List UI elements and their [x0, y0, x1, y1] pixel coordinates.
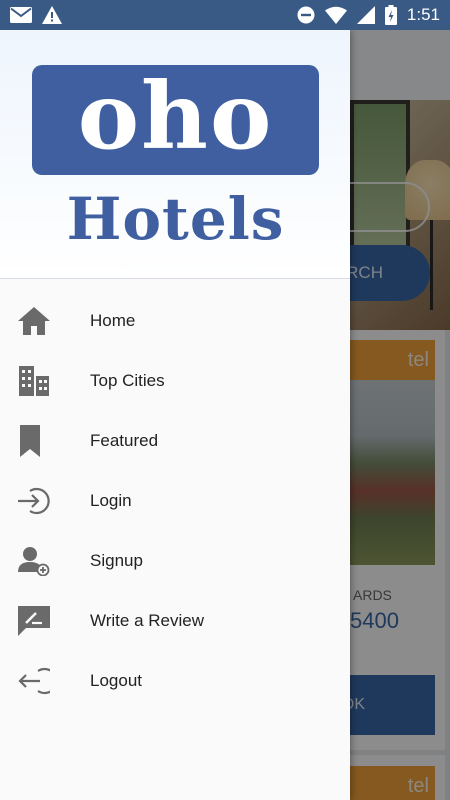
drawer-menu: Home Top Cities Featured Login Signup Wr… — [0, 279, 350, 711]
logo-hotels-text: Hotels — [66, 185, 285, 253]
menu-item-label: Signup — [90, 551, 143, 570]
wifi-icon — [324, 6, 347, 24]
menu-item-label: Write a Review — [90, 611, 204, 630]
status-bar: 1:51 — [0, 0, 450, 30]
menu-item-top-cities[interactable]: Top Cities — [0, 351, 350, 411]
menu-item-label: Featured — [90, 431, 159, 450]
menu-item-signup[interactable]: Signup — [0, 531, 350, 591]
menu-item-label: Logout — [90, 671, 142, 690]
signup-icon — [0, 546, 90, 576]
review-icon — [0, 606, 90, 636]
menu-item-label: Home — [90, 311, 136, 330]
menu-item-featured[interactable]: Featured — [0, 411, 350, 471]
menu-item-login[interactable]: Login — [0, 471, 350, 531]
logo-oho-text: oho — [77, 62, 274, 170]
menu-item-write-review[interactable]: Write a Review — [0, 591, 350, 651]
drawer-header: oho Hotels — [0, 30, 350, 279]
do-not-disturb-icon — [297, 6, 315, 24]
menu-item-label: Login — [90, 491, 132, 510]
status-time: 1:51 — [406, 5, 440, 24]
navigation-drawer: oho Hotels Home Top Cities Featured Logi… — [0, 30, 350, 800]
menu-item-logout[interactable]: Logout — [0, 651, 350, 711]
login-icon — [0, 487, 90, 515]
home-icon — [0, 307, 90, 335]
mail-icon — [10, 7, 32, 23]
menu-item-home[interactable]: Home — [0, 291, 350, 351]
menu-item-label: Top Cities — [90, 371, 165, 390]
warning-icon — [42, 6, 62, 24]
battery-charging-icon — [384, 5, 397, 25]
signal-icon — [356, 6, 375, 24]
oho-logo: oho — [32, 65, 319, 175]
logout-icon — [0, 667, 90, 695]
city-icon — [0, 366, 90, 396]
bookmark-icon — [0, 425, 90, 457]
